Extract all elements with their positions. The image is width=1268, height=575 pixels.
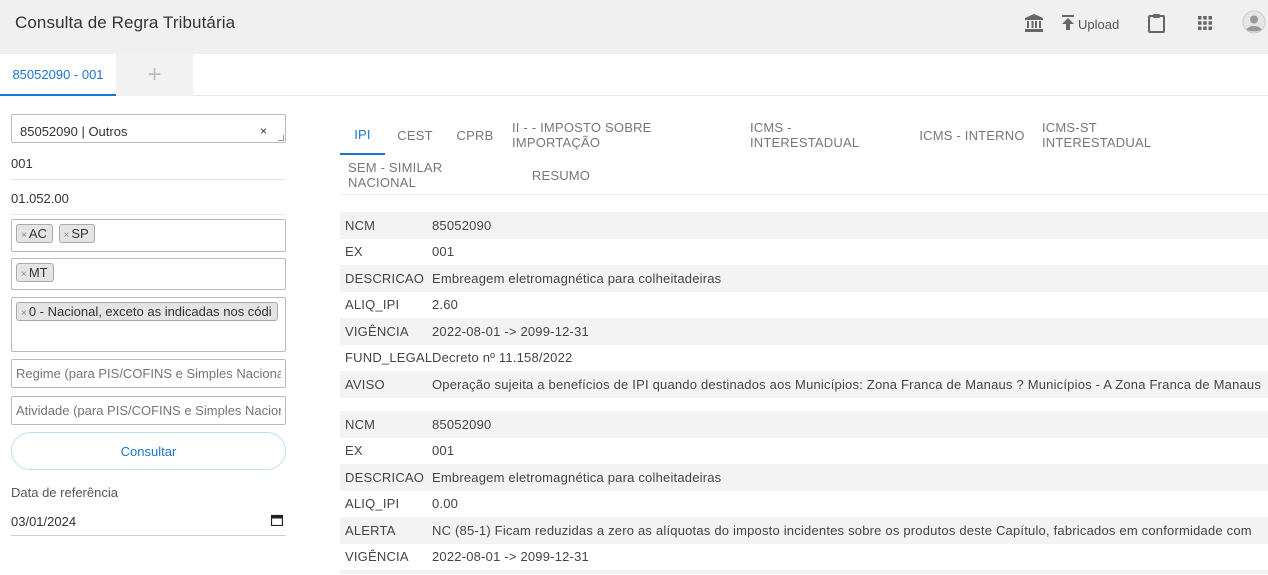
- tax-tabs: IPI CEST CPRB II - - IMPOSTO SOBRE IMPOR…: [340, 115, 1268, 195]
- tab-resumo[interactable]: RESUMO: [528, 155, 594, 195]
- tag-remove-icon[interactable]: ×: [64, 230, 70, 241]
- table-row: FUND_LEGAL Decreto nº 11.158/2022: [340, 345, 1268, 372]
- table-row: DESCRICAO Embreagem eletromagnética para …: [340, 464, 1268, 491]
- ncm-select-value: 85052090 | Outros: [20, 124, 128, 139]
- tab-icms-interno[interactable]: ICMS - INTERNO: [918, 115, 1026, 155]
- tag-label: SP: [71, 226, 89, 241]
- row-value: Operação sujeita a benefícios de IPI qua…: [432, 376, 1262, 392]
- row-key: VIGÊNCIA: [345, 549, 409, 565]
- row-key: EX: [345, 244, 363, 260]
- tag-origin-0: × 0 - Nacional, exceto as indicadas nos c…: [16, 302, 278, 321]
- tag-remove-icon[interactable]: ×: [21, 269, 27, 280]
- row-value: Embreagem eletromagnética para colheitad…: [432, 270, 722, 286]
- consultar-button[interactable]: Consultar: [11, 432, 286, 470]
- row-value: 001: [432, 244, 455, 260]
- table-row: [340, 570, 1268, 574]
- tab-icms-st-interestadual[interactable]: ICMS-ST INTERESTADUAL: [1042, 115, 1202, 155]
- table-row: ALERTA NC (85-1) Ficam reduzidas a zero a…: [340, 517, 1268, 544]
- row-key: AVISO: [345, 376, 385, 392]
- table-row: ALIQ_IPI 2.60: [340, 292, 1268, 319]
- tab-icms-interestadual[interactable]: ICMS - INTERESTADUAL: [750, 115, 900, 155]
- table-row: NCM 85052090: [340, 212, 1268, 239]
- tag-remove-icon[interactable]: ×: [21, 308, 27, 319]
- tab-sem-similar-nacional[interactable]: SEM - SIMILAR NACIONAL: [348, 155, 508, 195]
- tag-uf-sp: × SP: [58, 224, 95, 243]
- tab-85052090-001[interactable]: 85052090 - 001: [0, 54, 116, 96]
- table-row: ALIQ_IPI 0.00: [340, 491, 1268, 518]
- uf-origin-select[interactable]: × AC × SP: [11, 219, 286, 252]
- calendar-icon[interactable]: [270, 514, 284, 529]
- ipi-rule-table: NCM 85052090 EX 001 DESCRICAO Embreagem ele…: [340, 212, 1268, 398]
- user-avatar-icon[interactable]: [1242, 10, 1266, 34]
- clipboard-icon[interactable]: [1148, 12, 1165, 34]
- tag-uf-mt: × MT: [16, 263, 54, 282]
- table-row: VIGÊNCIA 2022-08-01 -> 2099-12-31: [340, 318, 1268, 345]
- ipi-rule-table: NCM 85052090 EX 001 DESCRICAO Embreagem ele…: [340, 411, 1268, 574]
- row-value: Decreto nº 11.158/2022: [432, 350, 573, 366]
- page-title: Consulta de Regra Tributária: [15, 13, 236, 32]
- table-row: EX 001: [340, 239, 1268, 266]
- upload-icon: [1061, 15, 1075, 31]
- tag-label: MT: [28, 265, 48, 280]
- row-key: NCM: [345, 416, 376, 432]
- table-row: NCM 85052090: [340, 411, 1268, 438]
- regime-input[interactable]: [11, 359, 286, 388]
- row-key: ALIQ_IPI: [345, 297, 400, 313]
- ncm-clear-icon[interactable]: ×: [260, 124, 267, 138]
- tab-ipi[interactable]: IPI: [340, 115, 385, 155]
- upload-label: Upload: [1078, 17, 1120, 32]
- row-key: DESCRICAO: [345, 270, 425, 286]
- resize-handle-icon[interactable]: [278, 135, 284, 141]
- table-row: DESCRICAO Embreagem eletromagnética para …: [340, 265, 1268, 292]
- tag-remove-icon[interactable]: ×: [21, 230, 27, 241]
- date-label: Data de referência: [11, 485, 118, 500]
- bank-icon[interactable]: [1024, 12, 1044, 34]
- reference-date-input[interactable]: 03/01/2024: [11, 509, 286, 536]
- row-value: 2022-08-01 -> 2099-12-31: [432, 549, 589, 565]
- app-header: Consulta de Regra Tributária Upload: [0, 0, 1268, 54]
- table-row: AVISO Operação sujeita a benefícios de IP…: [340, 371, 1268, 398]
- upload-button[interactable]: Upload: [1061, 12, 1119, 34]
- apps-grid-icon[interactable]: [1198, 12, 1212, 34]
- row-key: EX: [345, 443, 363, 459]
- cest-field[interactable]: 01.052.00: [11, 185, 286, 215]
- table-row: VIGÊNCIA 2022-08-01 -> 2099-12-31: [340, 544, 1268, 571]
- row-value: 001: [432, 443, 455, 459]
- tab-ii[interactable]: II - - IMPOSTO SOBRE IMPORTAÇÃO: [512, 115, 734, 155]
- ncm-select[interactable]: 85052090 | Outros ×: [11, 114, 286, 143]
- row-key: VIGÊNCIA: [345, 323, 409, 339]
- table-row: EX 001: [340, 438, 1268, 465]
- tag-uf-ac: × AC: [16, 224, 53, 243]
- origin-select[interactable]: × 0 - Nacional, exceto as indicadas nos c…: [11, 297, 286, 352]
- tab-cest[interactable]: CEST: [390, 115, 440, 155]
- row-key: ALERTA: [345, 522, 396, 538]
- row-value: 2022-08-01 -> 2099-12-31: [432, 323, 589, 339]
- row-key: ALIQ_IPI: [345, 496, 400, 512]
- row-key: NCM: [345, 217, 376, 233]
- row-value: NC (85-1) Ficam reduzidas a zero as alíq…: [432, 522, 1252, 538]
- tag-label: 0 - Nacional, exceto as indicadas nos có…: [28, 304, 272, 319]
- row-value: 85052090: [432, 416, 492, 432]
- row-value: 2.60: [432, 297, 459, 313]
- document-tabs: 85052090 - 001 +: [0, 54, 1268, 96]
- uf-destination-select[interactable]: × MT: [11, 258, 286, 290]
- row-value: Embreagem eletromagnética para colheitad…: [432, 469, 722, 485]
- date-value: 03/01/2024: [11, 514, 77, 529]
- row-value: 85052090: [432, 217, 492, 233]
- tab-cprb[interactable]: CPRB: [448, 115, 502, 155]
- add-tab-button[interactable]: +: [116, 54, 193, 96]
- atividade-input[interactable]: [11, 396, 286, 425]
- row-value: 0.00: [432, 496, 459, 512]
- ex-field[interactable]: 001: [11, 150, 286, 180]
- row-key: FUND_LEGAL: [345, 350, 433, 366]
- tag-label: AC: [28, 226, 47, 241]
- row-key: DESCRICAO: [345, 469, 425, 485]
